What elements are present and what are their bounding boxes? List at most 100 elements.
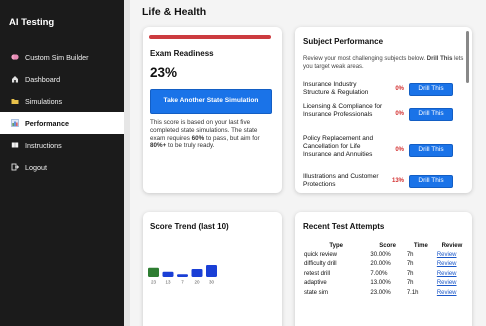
sidebar: AI Testing Custom Sim Builder Dashboard … — [0, 0, 124, 326]
attempts-table: Type Score Time Review quick review 30.0… — [303, 241, 468, 298]
subject-percent: 0% — [395, 111, 404, 117]
review-cell: Review — [436, 269, 468, 279]
subject-name: Licensing & Compliance for Insurance Pro… — [303, 103, 383, 118]
trend-bar — [206, 265, 217, 277]
attempt-score: 23.00% — [370, 289, 391, 296]
sidebar-item-label: Performance — [25, 118, 69, 128]
take-another-simulation-button[interactable]: Take Another State Simulation — [150, 89, 272, 114]
trend-bar-label: 13 — [165, 280, 171, 285]
sidebar-item-label: Custom Sim Builder — [25, 52, 89, 62]
book-icon — [11, 141, 19, 149]
recent-attempts-card: Recent Test Attempts Type Score Time Rev… — [295, 212, 472, 326]
review-cell: Review — [436, 260, 468, 270]
home-icon — [11, 75, 19, 83]
table-row: adaptive 13.00% 7h Review — [303, 279, 468, 289]
trend-bar — [148, 267, 159, 277]
review-link[interactable]: Review — [437, 271, 457, 277]
review-link[interactable]: Review — [437, 290, 457, 296]
exam-readiness-card: Exam Readiness 23% Take Another State Si… — [143, 27, 282, 193]
sidebar-item-label: Instructions — [25, 140, 62, 150]
sidebar-item-logout[interactable]: Logout — [0, 156, 124, 178]
attempt-score: 7.00% — [370, 270, 388, 277]
sidebar-item-performance[interactable]: Performance — [0, 112, 124, 134]
column-header: Score — [379, 242, 396, 249]
drill-this-button[interactable]: Drill This — [409, 108, 453, 121]
attempt-time: 7h — [406, 280, 414, 287]
subject-name: Illustrations and Customer Protections — [303, 173, 379, 188]
table-row: quick review 30.00% 7h Review — [303, 250, 468, 260]
score-trend-chart: 23 13 7 20 30 — [148, 265, 217, 285]
table-row: state sim 23.00% 7.1h Review — [303, 288, 468, 298]
subject-row: Illustrations and Customer Protections 1… — [303, 173, 468, 193]
intro-text: Review your most challenging subjects be… — [303, 56, 427, 62]
attempt-score: 30.00% — [370, 251, 391, 258]
readiness-description: This score is based on your last five co… — [150, 119, 274, 150]
trend-bar-label: 20 — [194, 280, 200, 285]
sidebar-item-label: Dashboard — [25, 74, 61, 84]
attempt-type: retest drill — [304, 270, 331, 277]
goal-threshold: 80%+ — [150, 142, 167, 150]
sidebar-item-custom-sim-builder[interactable]: Custom Sim Builder — [0, 46, 124, 68]
review-cell: Review — [436, 279, 468, 289]
subject-row: Insurance Industry Structure & Regulatio… — [303, 81, 468, 99]
sidebar-item-instructions[interactable]: Instructions — [0, 134, 124, 156]
table-row: retest drill 7.00% 7h Review — [303, 269, 468, 279]
subject-percent: 0% — [395, 147, 404, 153]
folder-icon — [11, 97, 19, 105]
readiness-title: Exam Readiness — [150, 49, 214, 58]
readiness-text-part: to be truly ready. — [166, 142, 215, 150]
column-header: Review — [441, 242, 463, 249]
logout-icon — [11, 163, 19, 171]
attempt-type: quick review — [304, 251, 338, 258]
sidebar-item-dashboard[interactable]: Dashboard — [0, 68, 124, 90]
intro-bold: Drill This — [426, 56, 453, 62]
subject-row: Licensing & Compliance for Insurance Pro… — [303, 103, 468, 129]
attempt-time: 7h — [406, 261, 414, 268]
sidebar-item-simulations[interactable]: Simulations — [0, 90, 124, 112]
column-header: Type — [329, 242, 343, 249]
page-title: Life & Health — [142, 6, 207, 18]
review-link[interactable]: Review — [437, 280, 457, 286]
sidebar-divider — [124, 0, 130, 326]
main-content: Life & Health Exam Readiness 23% Take An… — [124, 0, 486, 326]
sidebar-item-label: Logout — [25, 162, 47, 172]
review-cell: Review — [436, 288, 468, 298]
trend-bar-label: 7 — [181, 280, 184, 285]
recent-attempts-title: Recent Test Attempts — [303, 222, 385, 231]
subject-performance-intro: Review your most challenging subjects be… — [303, 56, 465, 71]
trend-bar — [177, 274, 188, 277]
trend-bar-label: 23 — [151, 280, 157, 285]
attempt-type: state sim — [304, 289, 329, 296]
attempt-time: 7.1h — [406, 289, 419, 296]
attempt-type: difficulty drill — [304, 261, 337, 268]
drill-this-button[interactable]: Drill This — [409, 83, 453, 96]
bar-chart-icon — [11, 119, 19, 127]
review-link[interactable]: Review — [437, 261, 457, 267]
trend-bar — [191, 269, 203, 277]
subject-percent: 0% — [395, 86, 404, 92]
table-header-row: Type Score Time Review — [303, 241, 468, 250]
trend-bar — [162, 271, 174, 277]
pass-threshold: 60% — [191, 134, 205, 142]
drill-this-button[interactable]: Drill This — [409, 175, 453, 188]
readiness-text-part: to pass, but aim for — [204, 134, 260, 142]
attempt-score: 20.00% — [370, 261, 391, 268]
readiness-accent-bar — [149, 35, 271, 39]
review-cell: Review — [436, 250, 468, 260]
attempt-time: 7h — [406, 251, 414, 258]
brain-icon — [11, 53, 19, 61]
review-link[interactable]: Review — [437, 252, 457, 258]
app-title: AI Testing — [9, 17, 55, 28]
attempt-time: 7h — [406, 270, 414, 277]
column-header: Time — [413, 242, 428, 249]
subject-name: Policy Replacement and Cancellation for … — [303, 135, 374, 158]
subject-percent: 13% — [391, 178, 404, 184]
subject-performance-card: Subject Performance Review your most cha… — [295, 27, 472, 193]
scrollbar-thumb[interactable] — [466, 31, 469, 83]
drill-this-button[interactable]: Drill This — [409, 144, 453, 157]
sidebar-item-label: Simulations — [25, 96, 63, 106]
subject-performance-title: Subject Performance — [303, 37, 384, 46]
table-row: difficulty drill 20.00% 7h Review — [303, 260, 468, 270]
attempt-score: 13.00% — [370, 280, 391, 287]
subject-row: Policy Replacement and Cancellation for … — [303, 135, 468, 169]
